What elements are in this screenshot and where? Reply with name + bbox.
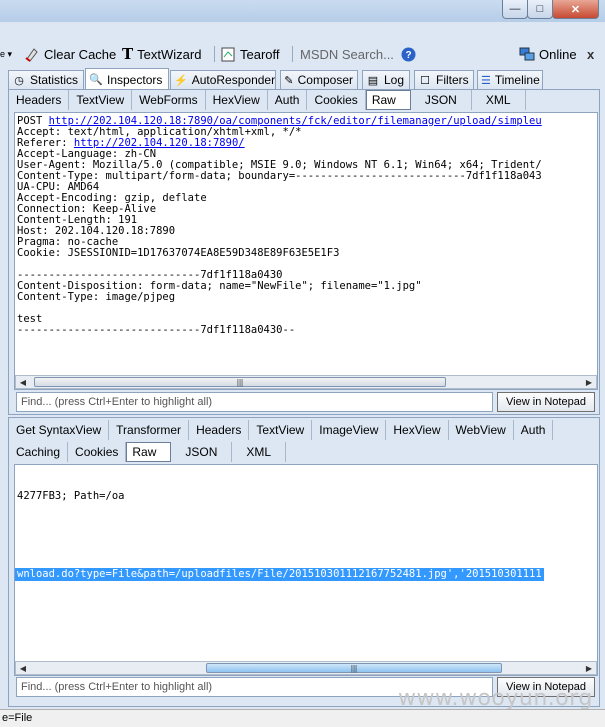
tab-autoresponder[interactable]: ⚡ AutoResponder <box>170 70 276 89</box>
tab-label: AutoResponder <box>191 73 276 87</box>
tearoff-button[interactable]: Tearoff <box>221 45 280 63</box>
clear-cache-button[interactable]: Clear Cache <box>24 45 116 63</box>
response-subtabs-row1: Get SyntaxView Transformer Headers TextV… <box>9 420 554 440</box>
resp-tab-hexview[interactable]: HexView <box>386 420 449 440</box>
resp-tab-cookies[interactable]: Cookies <box>68 442 127 462</box>
request-header-line: Content-Type: image/pjpeg <box>17 291 176 303</box>
tab-label: Composer <box>297 73 353 87</box>
svg-text:?: ? <box>405 50 411 61</box>
tearoff-icon <box>221 47 235 61</box>
minimize-button[interactable]: — <box>502 0 528 19</box>
resp-tab-caching[interactable]: Caching <box>9 442 69 462</box>
resp-tab-syntaxview[interactable]: Get SyntaxView <box>9 420 110 440</box>
response-subtabs-row2: Caching Cookies Raw JSON XML <box>9 442 287 462</box>
tab-timeline[interactable]: ☰ Timeline <box>477 70 543 89</box>
resp-tab-xml[interactable]: XML <box>232 442 287 462</box>
tab-label: Inspectors <box>107 72 163 87</box>
resp-tab-textview[interactable]: TextView <box>249 420 313 440</box>
tab-label: Statistics <box>30 73 79 87</box>
msdn-search-input[interactable]: MSDN Search... <box>300 45 394 63</box>
tearoff-label: Tearoff <box>240 46 280 62</box>
response-raw-text[interactable]: 4277FB3; Path=/oa wnload.do?type=File&pa… <box>14 464 598 676</box>
textwizard-label: TextWizard <box>137 46 202 62</box>
request-text-block: POST http://202.104.120.18:7890/oa/compo… <box>17 116 542 336</box>
online-indicator[interactable]: Online <box>519 45 577 63</box>
status-bar: e=File <box>0 709 605 727</box>
document-icon: ▤ <box>367 74 379 87</box>
request-hscrollbar[interactable]: ◀ ||| ▶ <box>15 375 597 389</box>
toolbar-overflow[interactable]: e ▾ <box>0 45 12 63</box>
request-raw-text[interactable]: POST http://202.104.120.18:7890/oa/compo… <box>14 112 598 390</box>
clear-cache-label: Clear Cache <box>44 46 117 62</box>
checkbox-icon: ☐ <box>420 74 430 87</box>
magnifier-icon: 🔍 <box>89 74 103 86</box>
resp-tab-raw[interactable]: Raw <box>126 442 172 462</box>
req-tab-json[interactable]: JSON <box>411 90 472 110</box>
clock-icon: ◷ <box>14 74 24 87</box>
request-header-line: Cookie: JSESSIONID=1D17637074EA8E59D348E… <box>17 247 340 259</box>
response-inspector: Get SyntaxView Transformer Headers TextV… <box>8 417 600 707</box>
tab-label: Timeline <box>494 73 540 87</box>
toolbar-divider <box>292 46 293 62</box>
request-view-notepad-button[interactable]: View in Notepad <box>497 392 595 412</box>
resp-tab-transformer[interactable]: Transformer <box>109 420 190 440</box>
resp-tab-imageview[interactable]: ImageView <box>312 420 387 440</box>
response-hscrollbar[interactable]: ◀ ||| ▶ <box>15 661 597 675</box>
tab-label: Log <box>384 73 405 87</box>
req-tab-cookies[interactable]: Cookies <box>307 90 366 110</box>
tab-statistics[interactable]: ◷ Statistics <box>8 70 84 89</box>
online-label: Online <box>539 46 577 62</box>
resp-tab-headers[interactable]: Headers <box>189 420 250 440</box>
response-cookie-line: 4277FB3; Path=/oa <box>17 490 125 502</box>
tab-composer[interactable]: ✎ Composer <box>280 70 358 89</box>
req-tab-headers[interactable]: Headers <box>9 90 70 110</box>
request-find-input[interactable]: Find... (press Ctrl+Enter to highlight a… <box>16 392 493 412</box>
req-tab-hexview[interactable]: HexView <box>206 90 268 110</box>
chevron-down-icon[interactable]: e ▾ <box>0 49 12 60</box>
scroll-thumb[interactable]: ||| <box>206 663 502 673</box>
request-header-line: -----------------------------7df1f118a04… <box>17 324 296 336</box>
scroll-right-icon[interactable]: ▶ <box>582 376 596 388</box>
textwizard-icon: T <box>122 45 134 63</box>
scroll-right-icon[interactable]: ▶ <box>582 662 596 674</box>
request-inspector: Headers TextView WebForms HexView Auth C… <box>8 89 600 415</box>
req-tab-xml[interactable]: XML <box>472 90 526 110</box>
maximize-button[interactable]: □ <box>527 0 553 19</box>
tab-label: Filters <box>436 73 469 87</box>
resp-tab-json[interactable]: JSON <box>171 442 233 462</box>
toolbar: e ▾ Clear Cache T TextWizard Tearoff MSD… <box>0 40 605 68</box>
watermark: www.wooyun.org <box>398 686 593 711</box>
scroll-left-icon[interactable]: ◀ <box>16 662 30 674</box>
tab-filters[interactable]: ☐ Filters <box>414 70 474 89</box>
scroll-thumb[interactable]: ||| <box>34 377 446 387</box>
resp-tab-auth[interactable]: Auth <box>514 420 554 440</box>
timeline-icon: ☰ <box>481 74 491 87</box>
close-window-button[interactable]: ✕ <box>552 0 599 19</box>
toolbar-divider <box>214 46 215 62</box>
close-icon[interactable]: x <box>587 45 594 63</box>
request-header-line <box>17 303 542 314</box>
help-icon[interactable]: ? <box>401 45 416 63</box>
req-tab-textview[interactable]: TextView <box>69 90 133 110</box>
resp-tab-webview[interactable]: WebView <box>449 420 514 440</box>
pencil-icon: ✎ <box>284 74 294 87</box>
scroll-left-icon[interactable]: ◀ <box>16 376 30 388</box>
req-tab-webforms[interactable]: WebForms <box>132 90 206 110</box>
tab-log[interactable]: ▤ Log <box>362 70 410 89</box>
response-selected-line: wnload.do?type=File&path=/uploadfiles/Fi… <box>15 568 544 581</box>
textwizard-button[interactable]: T TextWizard <box>122 45 201 63</box>
req-tab-auth[interactable]: Auth <box>268 90 308 110</box>
tab-inspectors[interactable]: 🔍 Inspectors <box>85 68 169 90</box>
clear-cache-icon <box>25 48 38 62</box>
req-tab-raw[interactable]: Raw <box>365 90 411 110</box>
request-subtabs: Headers TextView WebForms HexView Auth C… <box>9 90 526 110</box>
network-icon <box>519 47 535 61</box>
window-titlebar: — □ ✕ <box>0 0 605 22</box>
lightning-icon: ⚡ <box>174 74 188 87</box>
